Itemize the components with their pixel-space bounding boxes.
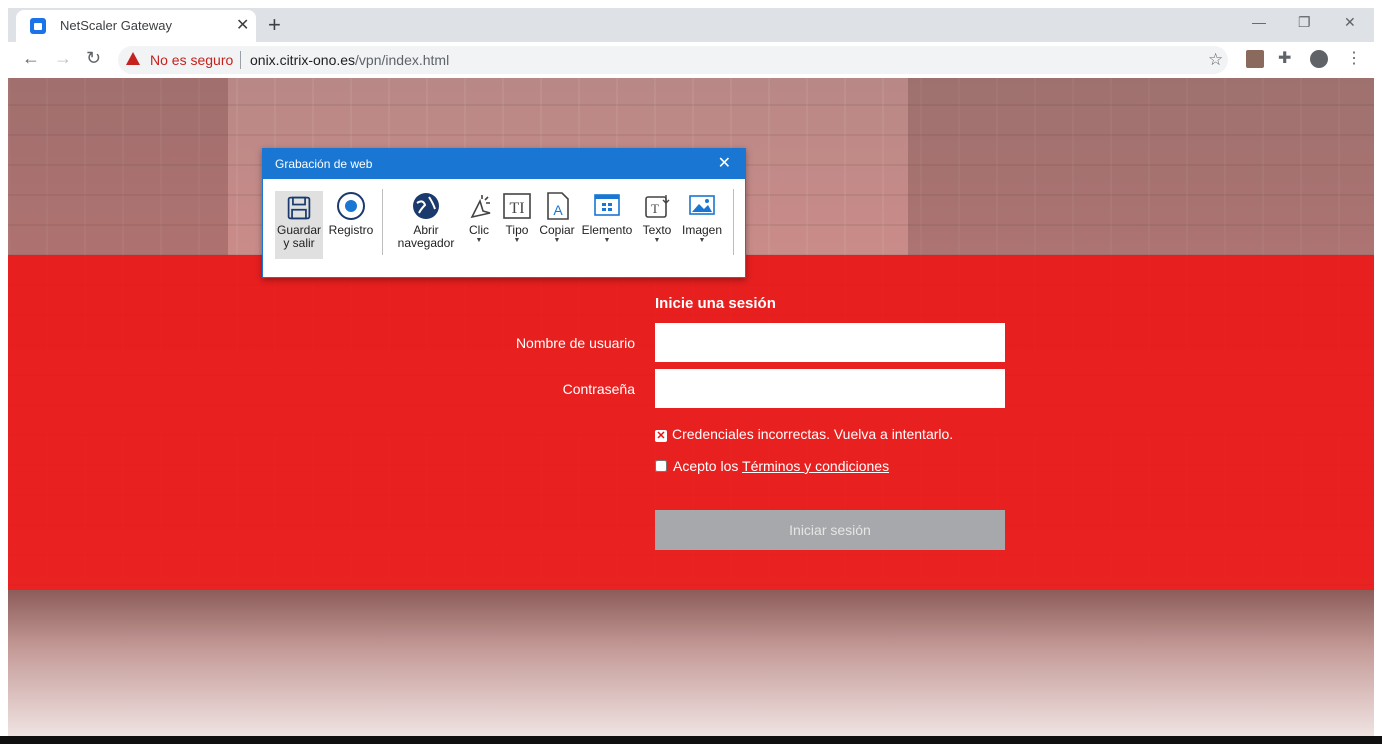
record-label: Registro bbox=[328, 223, 374, 237]
taskbar bbox=[0, 736, 1382, 744]
click-dropdown-icon[interactable]: ▼ bbox=[461, 237, 497, 245]
tab-title: NetScaler Gateway bbox=[60, 18, 172, 33]
text-action-button[interactable]: T Texto ▼ bbox=[639, 191, 675, 245]
recorder-title: Grabación de web bbox=[275, 157, 373, 171]
tab-netscaler[interactable]: NetScaler Gateway ✕ bbox=[16, 10, 256, 42]
image-icon bbox=[689, 195, 715, 215]
address-toolbar: ← → ↻ No es seguro onix.citrix-ono.es/vp… bbox=[8, 42, 1374, 78]
account-icon[interactable] bbox=[1310, 50, 1328, 68]
reload-icon[interactable]: ↻ bbox=[86, 48, 101, 69]
divider bbox=[240, 51, 241, 69]
terms-row: Acepto los Términos y condiciones bbox=[655, 458, 889, 474]
back-icon[interactable]: ← bbox=[22, 48, 40, 69]
new-tab-button[interactable]: + bbox=[268, 12, 281, 38]
minimize-button[interactable]: — bbox=[1252, 14, 1266, 30]
type-dropdown-icon[interactable]: ▼ bbox=[499, 237, 535, 245]
open-browser-label: Abrir navegador bbox=[397, 223, 455, 250]
restore-button[interactable]: ❐ bbox=[1298, 14, 1311, 31]
svg-text:A: A bbox=[553, 202, 563, 218]
image-label: Imagen bbox=[681, 223, 723, 237]
browser-window: NetScaler Gateway ✕ + — ❐ ✕ ← → ↻ No es … bbox=[8, 8, 1374, 744]
toolbar-divider bbox=[733, 189, 734, 255]
open-browser-button[interactable]: Abrir navegador bbox=[391, 191, 461, 250]
close-icon[interactable]: ✕ bbox=[236, 15, 249, 35]
text-label: Texto bbox=[642, 223, 672, 237]
type-label: Tipo bbox=[505, 223, 529, 237]
click-label: Clic bbox=[469, 223, 489, 237]
login-button[interactable]: Iniciar sesión bbox=[655, 510, 1005, 550]
error-text: Credenciales incorrectas. Vuelva a inten… bbox=[672, 426, 954, 442]
floppy-icon bbox=[287, 196, 311, 220]
image-action-button[interactable]: Imagen ▼ bbox=[679, 191, 725, 245]
element-grid-icon bbox=[594, 194, 620, 216]
recorder-header: Grabación de web ✕ bbox=[263, 149, 745, 179]
save-label: Guardar y salir bbox=[277, 223, 322, 250]
background-building bbox=[908, 78, 1374, 255]
copy-action-button[interactable]: A Copiar ▼ bbox=[537, 191, 577, 245]
click-action-button[interactable]: Clic ▼ bbox=[461, 191, 497, 245]
warning-icon bbox=[126, 52, 140, 65]
text-dropdown-icon[interactable]: ▼ bbox=[639, 237, 675, 245]
lock-icon bbox=[30, 18, 46, 34]
menu-icon[interactable]: ⋮ bbox=[1346, 48, 1364, 67]
copy-document-icon: A bbox=[547, 192, 569, 220]
username-label: Nombre de usuario bbox=[515, 335, 635, 351]
error-icon: ✕ bbox=[655, 430, 667, 442]
cursor-click-icon bbox=[470, 195, 491, 219]
web-recorder-panel: Grabación de web ✕ Guardar y salir Regis… bbox=[262, 148, 746, 278]
puzzle-icon[interactable]: ✚ bbox=[1278, 48, 1296, 67]
svg-text:T: T bbox=[651, 201, 659, 216]
record-icon bbox=[337, 192, 365, 220]
address-bar[interactable]: No es seguro onix.citrix-ono.es/vpn/inde… bbox=[118, 46, 1228, 74]
window-close-button[interactable]: ✕ bbox=[1344, 14, 1356, 31]
save-and-exit-button[interactable]: Guardar y salir bbox=[275, 191, 323, 259]
toolbar-divider bbox=[382, 189, 383, 255]
terms-link[interactable]: Términos y condiciones bbox=[742, 458, 889, 474]
password-label: Contraseña bbox=[562, 381, 635, 397]
element-action-button[interactable]: Elemento ▼ bbox=[579, 191, 635, 245]
text-extract-icon: T bbox=[645, 195, 670, 218]
record-button[interactable]: Registro bbox=[327, 191, 375, 237]
copy-dropdown-icon[interactable]: ▼ bbox=[537, 237, 577, 245]
forward-icon[interactable]: → bbox=[54, 48, 72, 69]
element-label: Elemento bbox=[581, 223, 633, 237]
recorder-close-icon[interactable]: ✕ bbox=[718, 149, 731, 179]
tab-strip: NetScaler Gateway ✕ + — ❐ ✕ bbox=[8, 8, 1374, 42]
url-text[interactable]: onix.citrix-ono.es/vpn/index.html bbox=[250, 52, 449, 68]
not-secure-label[interactable]: No es seguro bbox=[150, 52, 233, 68]
error-message: ✕ Credenciales incorrectas. Vuelva a inte… bbox=[655, 426, 953, 442]
copy-label: Copiar bbox=[539, 223, 575, 237]
image-dropdown-icon[interactable]: ▼ bbox=[679, 237, 725, 245]
svg-text:TI: TI bbox=[509, 200, 524, 217]
password-input[interactable] bbox=[655, 369, 1005, 408]
globe-icon bbox=[413, 193, 439, 219]
background-ground bbox=[8, 590, 1374, 736]
text-input-icon: TI bbox=[503, 193, 531, 219]
login-title: Inicie una sesión bbox=[655, 295, 776, 312]
terms-prefix: Acepto los bbox=[673, 458, 743, 474]
type-action-button[interactable]: TI Tipo ▼ bbox=[499, 191, 535, 245]
element-dropdown-icon[interactable]: ▼ bbox=[579, 237, 635, 245]
profile-extension-icon[interactable] bbox=[1246, 50, 1264, 68]
background-building bbox=[8, 78, 228, 255]
username-input[interactable] bbox=[655, 323, 1005, 362]
terms-checkbox[interactable] bbox=[655, 460, 667, 472]
star-icon[interactable]: ☆ bbox=[1208, 50, 1223, 70]
